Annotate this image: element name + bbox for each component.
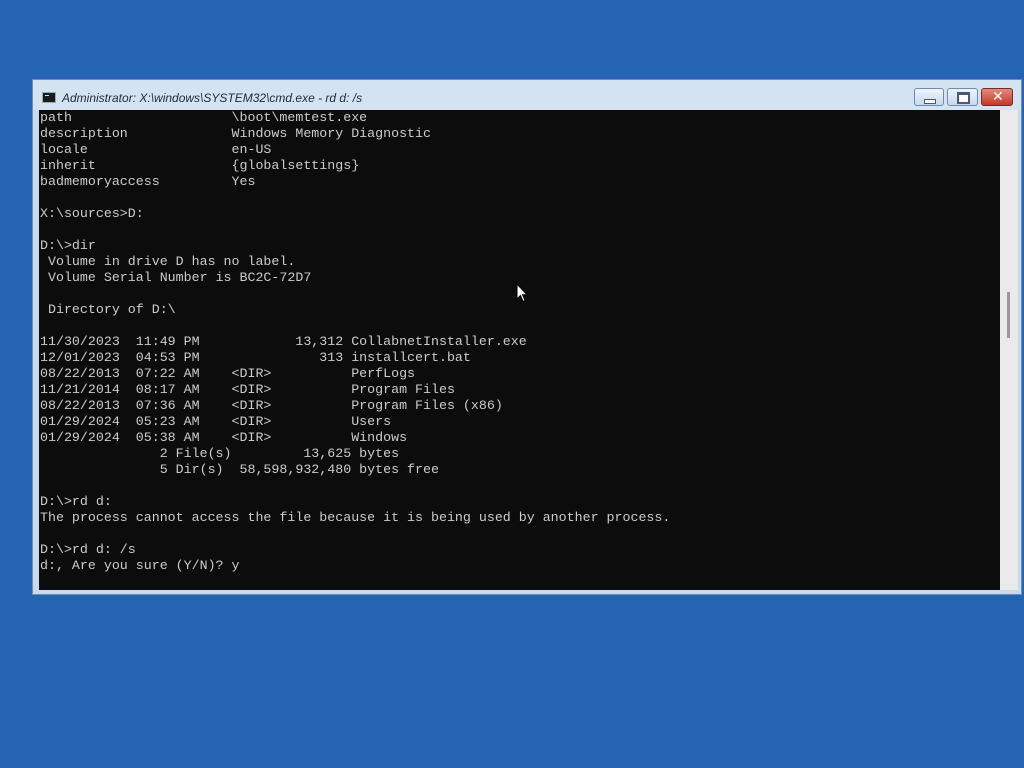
close-button[interactable]: ✕: [981, 88, 1013, 106]
minimize-button[interactable]: [914, 88, 944, 106]
close-icon: ✕: [992, 89, 1004, 105]
cmd-window[interactable]: Administrator: X:\windows\SYSTEM32\cmd.e…: [32, 79, 1022, 595]
title-bar[interactable]: Administrator: X:\windows\SYSTEM32\cmd.e…: [33, 80, 1021, 110]
console-line: 12/01/2023 04:53 PM 313 installcert.bat: [40, 350, 471, 365]
console-line: d:, Are you sure (Y/N)? y: [40, 558, 240, 573]
scrollbar-thumb[interactable]: [1007, 292, 1010, 338]
console-line: 01/29/2024 05:38 AM <DIR> Windows: [40, 430, 408, 445]
console-line: locale en-US: [40, 142, 272, 157]
vertical-scrollbar[interactable]: [1000, 110, 1018, 590]
console-line: Volume in drive D has no label.: [40, 254, 296, 269]
console-line: 11/21/2014 08:17 AM <DIR> Program Files: [40, 382, 455, 397]
console-line: Directory of D:\: [40, 302, 176, 317]
console-line: description Windows Memory Diagnostic: [40, 126, 431, 141]
console-line: The process cannot access the file becau…: [40, 510, 671, 525]
console-line: X:\sources>D:: [40, 206, 144, 221]
console-line: inherit {globalsettings}: [40, 158, 360, 173]
window-title: Administrator: X:\windows\SYSTEM32\cmd.e…: [62, 91, 363, 105]
console-line: path \boot\memtest.exe: [40, 110, 368, 125]
console-lines: path \boot\memtest.exe description Window…: [40, 110, 670, 574]
mouse-pointer-icon: [516, 283, 528, 303]
console-line: D:\>rd d: /s: [40, 542, 136, 557]
console-line: D:\>rd d:: [40, 494, 112, 509]
console-line: 08/22/2013 07:22 AM <DIR> PerfLogs: [40, 366, 416, 381]
console-line: 5 Dir(s) 58,598,932,480 bytes free: [40, 462, 439, 477]
console-line: 01/29/2024 05:23 AM <DIR> Users: [40, 414, 392, 429]
minimize-icon: [924, 99, 936, 104]
console-output[interactable]: path \boot\memtest.exe description Window…: [39, 110, 1000, 590]
console-line: 08/22/2013 07:36 AM <DIR> Program Files …: [40, 398, 503, 413]
maximize-button[interactable]: [947, 88, 978, 106]
console-line: badmemoryaccess Yes: [40, 174, 256, 189]
console-line: Volume Serial Number is BC2C-72D7: [40, 270, 312, 285]
maximize-icon: [957, 92, 970, 104]
cmd-app-icon: [42, 92, 56, 103]
console-line: 2 File(s) 13,625 bytes: [40, 446, 400, 461]
console-line: D:\>dir: [40, 238, 96, 253]
console-line: 11/30/2023 11:49 PM 13,312 CollabnetInst…: [40, 334, 527, 349]
